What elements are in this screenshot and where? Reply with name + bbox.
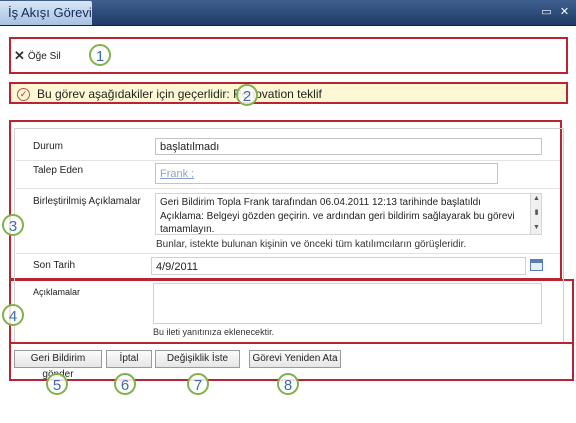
row-divider: [16, 160, 560, 161]
comments-scrollbar[interactable]: ▲ ▮ ▼: [530, 194, 541, 234]
close-icon[interactable]: ✕: [558, 6, 571, 19]
requester-field[interactable]: Frank ;: [155, 163, 498, 184]
requester-label: Talep Eden: [33, 165, 84, 176]
comments-line: Açıklama: Belgeyi gözden geçirin. ve ard…: [160, 211, 515, 222]
reassign-task-button[interactable]: Görevi Yeniden Ata: [249, 350, 341, 368]
scroll-up-icon[interactable]: ▲: [532, 195, 541, 202]
status-value: başlatılmadı: [160, 141, 220, 153]
delete-item-button[interactable]: ✕ Öğe Sil: [14, 48, 61, 63]
response-textarea[interactable]: [153, 283, 542, 324]
check-circle-icon: ✓: [17, 88, 30, 101]
window-title-bar: İş Akışı Görevi ▭ ✕: [0, 0, 576, 26]
window-title: İş Akışı Görevi: [0, 1, 92, 25]
comments-line: Geri Bildirim Topla Frank tarafından 06.…: [160, 197, 481, 208]
callout-2: 2: [236, 84, 258, 106]
delete-item-label: Öğe Sil: [27, 50, 61, 62]
callout-6: 6: [114, 373, 136, 395]
comments-line: tamamlayın.: [160, 224, 215, 235]
response-label: Açıklamalar: [33, 287, 81, 297]
notice-text: Bu görev aşağıdakiler için geçerlidir: R…: [37, 87, 322, 101]
callout-5: 5: [46, 373, 68, 395]
callout-7: 7: [187, 373, 209, 395]
status-field: başlatılmadı: [155, 138, 542, 155]
callout-3: 3: [2, 214, 24, 236]
callout-4: 4: [2, 304, 24, 326]
requester-value[interactable]: Frank ;: [160, 168, 194, 180]
calendar-icon[interactable]: [530, 259, 543, 271]
callout-1: 1: [89, 44, 111, 66]
scroll-down-icon[interactable]: ▼: [532, 224, 541, 231]
x-icon: ✕: [14, 48, 25, 63]
request-change-button[interactable]: Değişiklik İste: [155, 350, 240, 368]
row-divider: [16, 188, 560, 189]
send-feedback-button[interactable]: Geri Bildirim gönder: [14, 350, 102, 380]
due-date-value: 4/9/2011: [156, 261, 199, 273]
workflow-notice: ✓ Bu görev aşağıdakiler için geçerlidir:…: [9, 82, 568, 104]
comments-label: Birleştirilmiş Açıklamalar: [33, 196, 141, 207]
due-date-field[interactable]: 4/9/2011: [151, 257, 526, 275]
row-divider: [16, 253, 560, 254]
callout-8: 8: [277, 373, 299, 395]
comments-box: Geri Bildirim Topla Frank tarafından 06.…: [155, 193, 542, 235]
status-label: Durum: [33, 141, 64, 152]
response-hint: Bu ileti yanıtınıza eklenecektir.: [153, 327, 275, 337]
scroll-thumb-icon[interactable]: ▮: [532, 208, 541, 216]
cancel-button[interactable]: İptal: [106, 350, 152, 368]
due-date-label: Son Tarih: [33, 260, 76, 271]
comments-hint: Bunlar, istekte bulunan kişinin ve öncek…: [156, 239, 467, 250]
minimize-icon[interactable]: ▭: [540, 6, 553, 19]
